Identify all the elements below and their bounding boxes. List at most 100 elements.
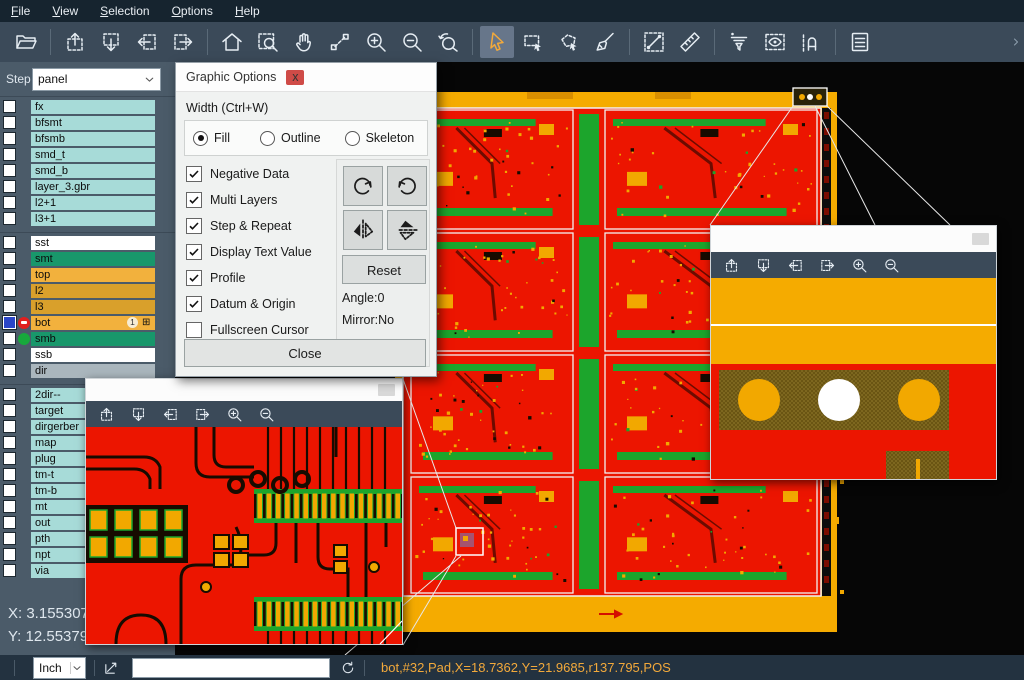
reset-button[interactable]: Reset	[342, 255, 426, 284]
pan-left-button[interactable]	[780, 253, 810, 277]
home-button[interactable]	[215, 26, 249, 58]
layer-visibility-checkbox[interactable]	[3, 500, 16, 513]
layer-row-smb[interactable]: smb	[0, 331, 175, 346]
checkbox-datum-origin[interactable]: Datum & Origin	[186, 295, 295, 313]
layer-name-top[interactable]: top	[31, 268, 155, 282]
layer-visibility-checkbox[interactable]	[3, 164, 16, 177]
step-select[interactable]: panel	[32, 68, 161, 91]
radio-skeleton[interactable]: Skeleton	[345, 131, 415, 146]
layer-visibility-checkbox[interactable]	[3, 388, 16, 401]
magnifier-window-right[interactable]	[710, 225, 997, 480]
pan-right-button[interactable]	[812, 253, 842, 277]
layer-visibility-checkbox[interactable]	[3, 180, 16, 193]
panel-list-button[interactable]	[843, 26, 877, 58]
layer-visibility-checkbox[interactable]	[3, 364, 16, 377]
layer-name-l2+1[interactable]: l2+1	[31, 196, 155, 210]
layer-row-ssb[interactable]: ssb	[0, 347, 175, 362]
magnifier-right-view[interactable]	[711, 278, 996, 479]
rotate-ccw-button[interactable]	[387, 166, 427, 206]
unit-select[interactable]: Inch	[33, 657, 86, 679]
zoom-in-button[interactable]	[359, 26, 393, 58]
layer-visibility-checkbox[interactable]	[3, 212, 16, 225]
zoom-out-button[interactable]	[876, 253, 906, 277]
layer-visibility-checkbox[interactable]	[3, 316, 16, 329]
command-input[interactable]	[132, 658, 330, 678]
layer-visibility-checkbox[interactable]	[3, 564, 16, 577]
checkbox-fullscreen-cursor[interactable]: Fullscreen Cursor	[186, 321, 309, 339]
pan-left-button[interactable]	[155, 402, 185, 426]
layer-visibility-checkbox[interactable]	[3, 236, 16, 249]
layer-visibility-checkbox[interactable]	[3, 452, 16, 465]
magnifier-left-window-button[interactable]	[378, 384, 395, 396]
layer-row-smt[interactable]: smt	[0, 251, 175, 266]
magnifier-right-titlebar[interactable]	[711, 226, 996, 252]
checkbox-step-repeat[interactable]: Step & Repeat	[186, 217, 291, 235]
layer-name-dir[interactable]: dir	[31, 364, 155, 378]
layer-row-dir[interactable]: dir	[0, 363, 175, 378]
checkbox-multi-layers[interactable]: Multi Layers	[186, 191, 277, 209]
layer-visibility-checkbox[interactable]	[3, 268, 16, 281]
zoom-out-button[interactable]	[395, 26, 429, 58]
pan-hand-button[interactable]	[287, 26, 321, 58]
layer-visibility-checkbox[interactable]	[3, 196, 16, 209]
rotate-cw-button[interactable]	[343, 166, 383, 206]
menu-item-selection[interactable]: Selection	[89, 0, 160, 22]
menu-item-view[interactable]: View	[41, 0, 89, 22]
filter-button[interactable]	[722, 26, 756, 58]
measure-line-button[interactable]	[637, 26, 671, 58]
checkbox-negative-data[interactable]: Negative Data	[186, 165, 289, 183]
layer-visibility-checkbox[interactable]	[3, 100, 16, 113]
checkbox-profile[interactable]: Profile	[186, 269, 245, 287]
layer-row-smd_t[interactable]: smd_t	[0, 147, 175, 162]
layer-row-top[interactable]: top	[0, 267, 175, 282]
measure-node-button[interactable]	[323, 26, 357, 58]
layer-row-fx[interactable]: fx	[0, 99, 175, 114]
mirror-horizontal-button[interactable]	[387, 210, 427, 250]
toolbar-overflow-button[interactable]	[1010, 36, 1022, 48]
magnifier-left-titlebar[interactable]	[86, 379, 402, 401]
layer-visibility-checkbox[interactable]	[3, 468, 16, 481]
layer-row-l2[interactable]: l2	[0, 283, 175, 298]
layer-row-sst[interactable]: sst	[0, 235, 175, 250]
dialog-titlebar[interactable]: Graphic Options x	[176, 63, 436, 92]
layer-visibility-checkbox[interactable]	[3, 284, 16, 297]
zoom-out-button[interactable]	[251, 402, 281, 426]
layer-visibility-checkbox[interactable]	[3, 252, 16, 265]
poly-select-button[interactable]	[552, 26, 586, 58]
pan-down-button[interactable]	[748, 253, 778, 277]
layer-visibility-checkbox[interactable]	[3, 548, 16, 561]
layer-name-ssb[interactable]: ssb	[31, 348, 155, 362]
mirror-vertical-button[interactable]	[343, 210, 383, 250]
layer-visibility-checkbox[interactable]	[3, 404, 16, 417]
layer-visibility-checkbox[interactable]	[3, 516, 16, 529]
layer-row-bfsmt[interactable]: bfsmt	[0, 115, 175, 130]
layer-row-bfsmb[interactable]: bfsmb	[0, 131, 175, 146]
layer-name-bfsmt[interactable]: bfsmt	[31, 116, 155, 130]
refresh-icon[interactable]	[340, 660, 356, 676]
layer-row-l2+1[interactable]: l2+1	[0, 195, 175, 210]
layer-visibility-checkbox[interactable]	[3, 532, 16, 545]
layer-row-bot[interactable]: bot1⊞	[0, 315, 175, 330]
layer-visibility-checkbox[interactable]	[3, 132, 16, 145]
magnifier-window-left[interactable]	[85, 378, 403, 645]
layer-name-bot[interactable]: bot1⊞	[31, 316, 155, 330]
menu-item-file[interactable]: File	[0, 0, 41, 22]
pan-up-button[interactable]	[91, 402, 121, 426]
pan-up-button[interactable]	[58, 26, 92, 58]
layer-visibility-checkbox[interactable]	[3, 116, 16, 129]
magnifier-right-window-button[interactable]	[972, 233, 989, 245]
zoom-in-button[interactable]	[844, 253, 874, 277]
layer-name-l3+1[interactable]: l3+1	[31, 212, 155, 226]
layer-row-smd_b[interactable]: smd_b	[0, 163, 175, 178]
magnifier-left-view[interactable]	[86, 427, 402, 644]
open-folder-button[interactable]	[9, 26, 43, 58]
pan-up-button[interactable]	[716, 253, 746, 277]
zoom-previous-button[interactable]	[431, 26, 465, 58]
pan-left-button[interactable]	[130, 26, 164, 58]
layer-name-l3[interactable]: l3	[31, 300, 155, 314]
angle-tool-icon[interactable]	[103, 659, 120, 676]
snap-magnet-button[interactable]	[794, 26, 828, 58]
pan-right-button[interactable]	[166, 26, 200, 58]
radio-fill[interactable]: Fill	[193, 131, 230, 146]
layer-name-fx[interactable]: fx	[31, 100, 155, 114]
